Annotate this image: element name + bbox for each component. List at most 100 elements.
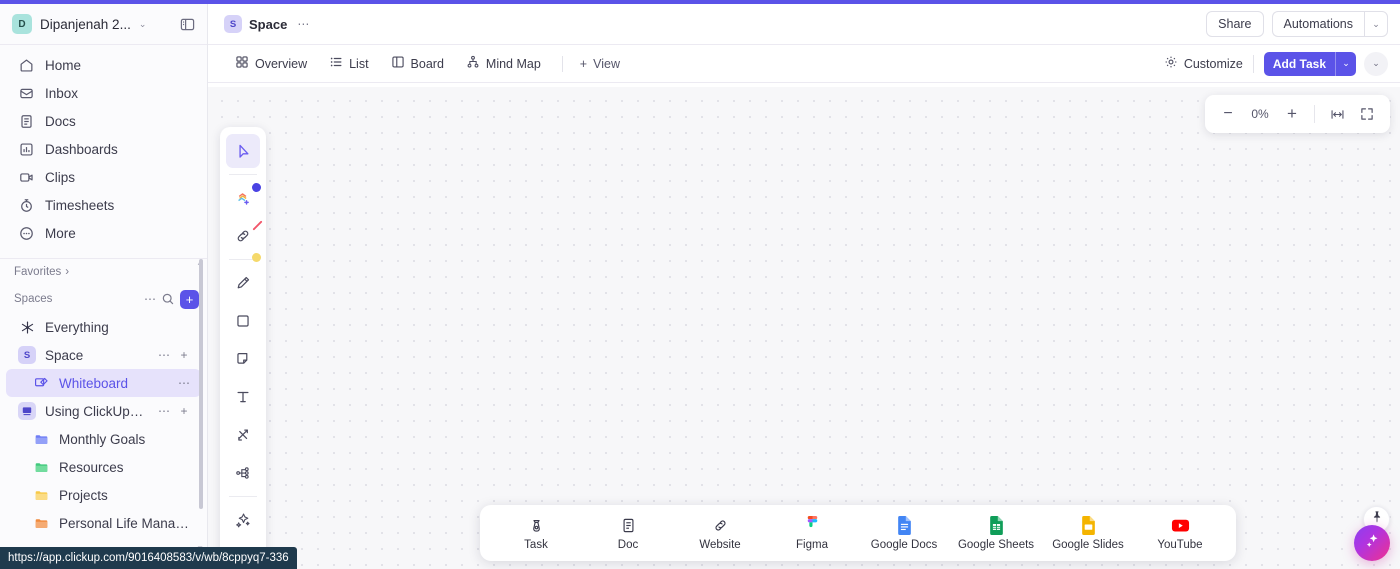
chevron-down-icon[interactable]: ⌄ (139, 19, 147, 30)
space-more-icon[interactable]: ⋯ (155, 346, 173, 364)
youtube-icon (1171, 515, 1190, 535)
clickup-space-icon (18, 402, 36, 420)
text-tool[interactable] (226, 380, 260, 414)
space-add-icon[interactable]: + (175, 346, 193, 364)
insert-website-button[interactable]: Website (674, 508, 766, 558)
shape-color-swatch[interactable] (252, 218, 263, 231)
workspace-avatar: D (12, 14, 32, 34)
sidebar-item-space[interactable]: S Space ⋯ + (6, 341, 201, 369)
mindmap-tool[interactable] (226, 456, 260, 490)
panel-toggle-icon[interactable] (177, 14, 197, 34)
insert-google-sheets-button[interactable]: Google Sheets (950, 508, 1042, 558)
sidebar-item-label: Timesheets (45, 197, 115, 213)
automations-button[interactable]: Automations (1271, 11, 1364, 37)
automations-caret-icon[interactable]: ⌄ (1364, 11, 1388, 37)
tab-label: List (349, 56, 369, 71)
sidebar-item-label: Docs (45, 113, 76, 129)
breadcrumb[interactable]: S Space ⋯ (224, 15, 312, 33)
pen-color-swatch[interactable] (252, 183, 261, 192)
zoom-control-panel: − 0% + (1205, 95, 1390, 133)
select-tool[interactable] (226, 134, 260, 168)
connector-tool[interactable] (226, 418, 260, 452)
sidebar-item-resources[interactable]: Resources (6, 453, 201, 481)
workspace-header[interactable]: D Dipanjenah 2... ⌄ (0, 4, 207, 45)
space-more-icon[interactable]: ⋯ (155, 402, 173, 420)
folder-icon (32, 430, 50, 448)
sidebar-item-everything[interactable]: Everything (6, 313, 201, 341)
insert-google-docs-button[interactable]: Google Docs (858, 508, 950, 558)
sidebar-scrollbar[interactable]: ▲ ▼ (196, 259, 205, 569)
insert-label: Google Docs (870, 539, 938, 551)
tab-list[interactable]: List (320, 51, 377, 77)
tab-board[interactable]: Board (382, 51, 453, 77)
zoom-in-button[interactable]: + (1279, 101, 1305, 127)
inbox-icon (18, 85, 34, 101)
insert-label: Doc (617, 539, 639, 551)
sidebar-item-inbox[interactable]: Inbox (6, 79, 201, 107)
dashboards-icon (18, 141, 34, 157)
sticky-color-swatch[interactable] (252, 253, 261, 262)
breadcrumb-more-icon[interactable]: ⋯ (294, 15, 312, 33)
sidebar-item-label: Whiteboard (59, 375, 129, 391)
doc-icon (620, 515, 637, 535)
whiteboard-canvas[interactable]: − 0% + Task Doc Website Figma Google Doc… (208, 87, 1400, 569)
sidebar-item-docs[interactable]: Docs (6, 107, 201, 135)
favorites-label: Favorites (14, 266, 62, 278)
add-task-caret-icon[interactable]: ⌄ (1336, 52, 1356, 76)
spaces-more-icon[interactable]: ⋯ (141, 290, 159, 308)
add-space-button[interactable]: + (180, 289, 199, 309)
sidebar-item-label: Inbox (45, 85, 79, 101)
sidebar-item-label: Monthly Goals (59, 431, 146, 447)
ai-tool[interactable] (226, 503, 260, 537)
share-button[interactable]: Share (1206, 11, 1264, 37)
sticky-note-tool[interactable] (226, 342, 260, 376)
fit-width-icon[interactable] (1324, 101, 1350, 127)
sidebar-scrollbar-thumb[interactable] (199, 259, 203, 509)
add-view-button[interactable]: + View (571, 51, 629, 77)
sidebar: D Dipanjenah 2... ⌄ Home Inbox Docs Dash… (0, 4, 208, 569)
shape-tool[interactable] (226, 304, 260, 338)
fullscreen-icon[interactable] (1354, 101, 1380, 127)
favorites-section[interactable]: Favorites › (0, 259, 207, 285)
pen-tool[interactable] (226, 266, 260, 300)
docs-icon (18, 113, 34, 129)
link-icon (712, 515, 729, 535)
insert-task-button[interactable]: Task (490, 508, 582, 558)
plus-icon: + (579, 56, 588, 71)
whiteboard-more-icon[interactable]: ⋯ (175, 374, 193, 392)
sidebar-item-whiteboard[interactable]: Whiteboard ⋯ (6, 369, 201, 397)
ai-assistant-button[interactable] (1354, 525, 1390, 561)
insert-label: Google Sheets (957, 539, 1035, 551)
insert-object-bar: Task Doc Website Figma Google Docs Googl… (480, 505, 1236, 561)
insert-google-slides-button[interactable]: Google Slides (1042, 508, 1134, 558)
whiteboard-tool-palette (220, 127, 266, 569)
sidebar-item-label: Everything (45, 319, 109, 335)
insert-figma-button[interactable]: Figma (766, 508, 858, 558)
spaces-section-header: Spaces ⋯ + (0, 285, 207, 313)
sidebar-item-using-clickup[interactable]: Using ClickUp for ... ⋯ + (6, 397, 201, 425)
customize-button[interactable]: Customize (1164, 55, 1243, 72)
sidebar-item-dashboards[interactable]: Dashboards (6, 135, 201, 163)
sidebar-item-label: Space (45, 347, 84, 363)
sidebar-item-projects[interactable]: Projects (6, 481, 201, 509)
search-icon[interactable] (159, 290, 177, 308)
insert-youtube-button[interactable]: YouTube (1134, 508, 1226, 558)
zoom-out-button[interactable]: − (1215, 101, 1241, 127)
space-badge: S (224, 15, 242, 33)
sidebar-item-home[interactable]: Home (6, 51, 201, 79)
figma-icon (805, 515, 820, 535)
view-overflow-button[interactable]: ⌄ (1364, 51, 1388, 76)
sidebar-item-monthly-goals[interactable]: Monthly Goals (6, 425, 201, 453)
add-task-button[interactable]: Add Task ⌄ (1263, 51, 1356, 76)
insert-label: Task (524, 539, 548, 551)
status-bar-url: https://app.clickup.com/9016408583/v/wb/… (0, 547, 297, 569)
sidebar-item-personal-life-management[interactable]: Personal Life Management (6, 509, 201, 537)
insert-doc-button[interactable]: Doc (582, 508, 674, 558)
sidebar-item-timesheets[interactable]: Timesheets (6, 191, 201, 219)
everything-icon (18, 318, 36, 336)
tab-overview[interactable]: Overview (226, 51, 316, 77)
tab-mind-map[interactable]: Mind Map (457, 51, 550, 77)
sidebar-item-more[interactable]: More (6, 219, 201, 247)
space-add-icon[interactable]: + (175, 402, 193, 420)
sidebar-item-clips[interactable]: Clips (6, 163, 201, 191)
